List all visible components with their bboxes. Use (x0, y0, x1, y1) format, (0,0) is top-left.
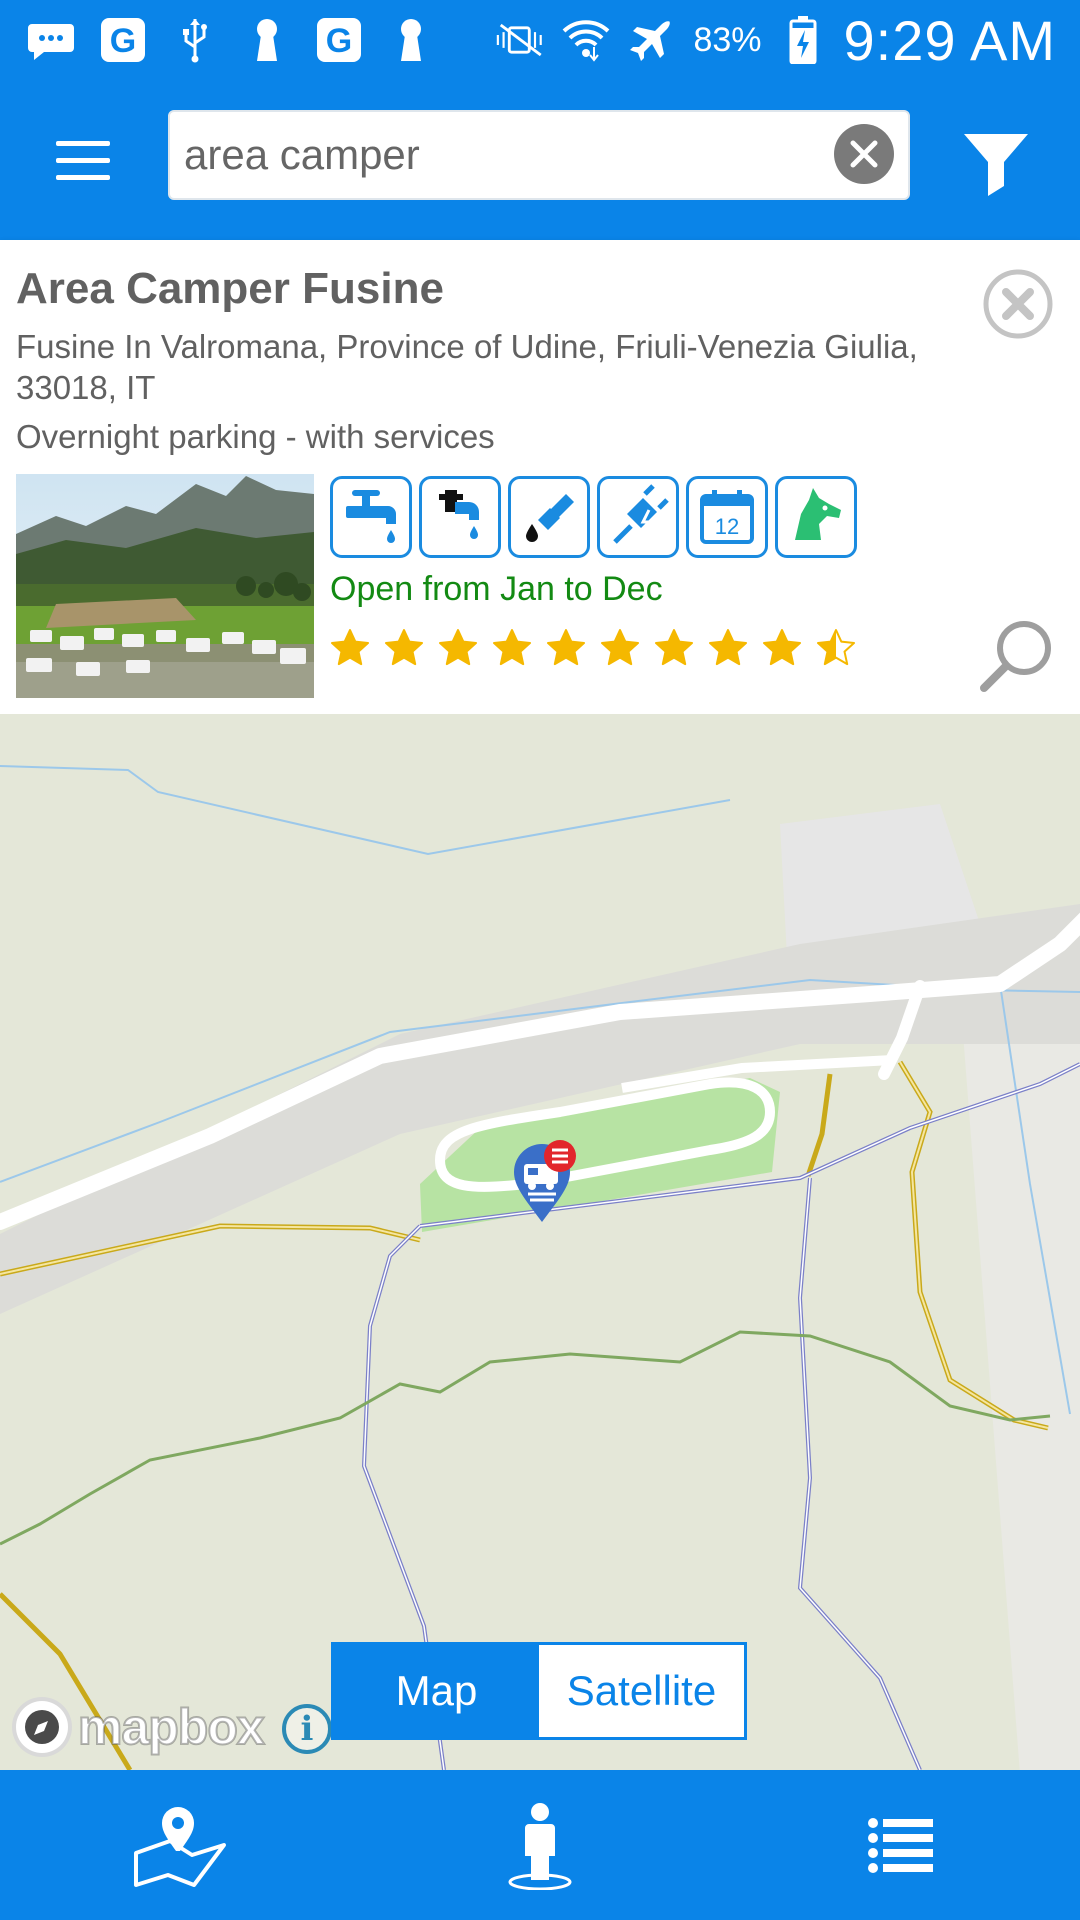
system-icons: 83% 9:29 AM (495, 8, 1056, 72)
rating-star-icon (546, 628, 586, 673)
svg-text:G: G (326, 22, 352, 60)
google-icon: G (314, 15, 364, 65)
map-pin-icon (134, 1807, 226, 1887)
battery-percent: 83% (693, 20, 762, 59)
rating-star-icon (330, 628, 370, 673)
vibrate-icon (495, 15, 545, 65)
place-card[interactable]: Area Camper Fusine Fusine In Valromana, … (0, 240, 1080, 714)
notification-icons: G G (26, 12, 436, 68)
svg-text:G: G (110, 22, 136, 60)
search-input[interactable] (184, 112, 824, 198)
map-view[interactable]: mapbox i Map Satellite (0, 714, 1080, 1770)
filter-icon[interactable] (960, 124, 1032, 196)
place-address: Fusine In Valromana, Province of Udine, … (16, 328, 918, 406)
message-icon (26, 15, 76, 65)
keyhole-icon (242, 15, 292, 65)
rating-star-icon (600, 628, 640, 673)
mapbox-logo-icon (12, 1697, 72, 1757)
rating-star-icon (762, 628, 802, 673)
clock: 9:29 AM (843, 8, 1056, 72)
nav-list[interactable] (720, 1770, 1080, 1920)
hamburger-icon[interactable] (40, 124, 128, 196)
magnifier-icon[interactable] (978, 616, 1058, 696)
google-icon: G (98, 15, 148, 65)
keyhole-icon (386, 15, 436, 65)
dog-icon[interactable] (775, 476, 857, 558)
place-photo[interactable] (16, 474, 314, 698)
bottom-navigation (0, 1770, 1080, 1920)
close-icon[interactable] (982, 268, 1054, 340)
map-type-toggle: Map Satellite (331, 1642, 747, 1740)
service-icons: 12 (330, 476, 857, 558)
opening-period: Open from Jan to Dec (330, 570, 663, 608)
rating-star-icon (708, 628, 748, 673)
water-tap-icon[interactable] (330, 476, 412, 558)
mapbox-wordmark: mapbox (77, 1698, 266, 1756)
rating-star-icon (438, 628, 478, 673)
place-title: Area Camper Fusine (16, 264, 444, 313)
person-icon (508, 1803, 572, 1890)
app-bar (0, 80, 1080, 240)
map-type-satellite-button[interactable]: Satellite (539, 1645, 744, 1737)
status-bar: G G 83% 9:29 AM (0, 0, 1080, 80)
search-box[interactable] (168, 110, 910, 200)
mapbox-logo[interactable]: mapbox (12, 1694, 266, 1760)
list-icon (868, 1818, 933, 1873)
airplane-icon (627, 15, 677, 65)
nav-nearby[interactable] (360, 1770, 720, 1920)
wifi-icon (561, 15, 611, 65)
map-type-map-button[interactable]: Map (334, 1645, 539, 1737)
electricity-icon[interactable] (597, 476, 679, 558)
place-category: Overnight parking - with services (16, 418, 495, 455)
camper-marker-icon[interactable] (510, 1138, 582, 1228)
grey-water-icon[interactable] (419, 476, 501, 558)
black-water-icon[interactable] (508, 476, 590, 558)
calendar-icon[interactable]: 12 (686, 476, 768, 558)
usb-icon (170, 15, 220, 65)
battery-charging-icon (778, 15, 828, 65)
attribution-info-button[interactable]: i (282, 1704, 332, 1754)
rating-star-icon (654, 628, 694, 673)
rating-star-icon (492, 628, 532, 673)
clear-icon[interactable] (834, 124, 894, 184)
rating-stars (330, 628, 856, 673)
rating-star-icon (816, 628, 856, 673)
nav-map[interactable] (0, 1770, 360, 1920)
svg-text:12: 12 (715, 514, 739, 539)
rating-star-icon (384, 628, 424, 673)
